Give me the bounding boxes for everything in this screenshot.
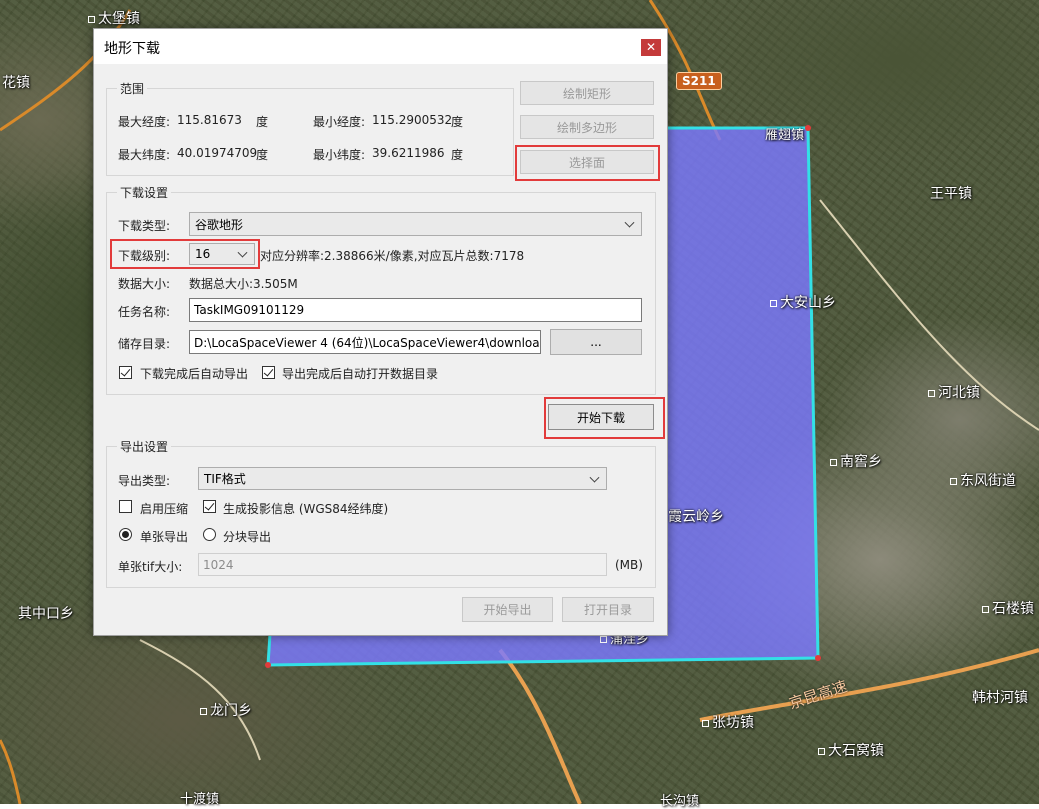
place-label: 大石窝镇	[818, 740, 884, 760]
select-face-button[interactable]: 选择面	[520, 150, 654, 174]
download-group-title: 下载设置	[117, 184, 172, 201]
place-label: 大安山乡	[770, 292, 836, 312]
place-label: 韩村河镇	[972, 690, 1028, 706]
tiled-export-label: 分块导出	[223, 530, 272, 544]
min-lat-value: 39.6211986	[372, 146, 445, 160]
road	[498, 648, 582, 804]
auto-export-checkbox[interactable]	[119, 366, 132, 379]
place-label: 长沟镇	[660, 794, 700, 809]
save-dir-label: 储存目录:	[118, 337, 171, 351]
draw-rect-button[interactable]: 绘制矩形	[520, 81, 654, 105]
max-lat-label: 最大纬度:	[118, 148, 171, 162]
road	[0, 739, 22, 804]
max-lat-unit: 度	[256, 148, 269, 162]
data-size-label: 数据大小:	[118, 277, 171, 291]
place-label: 龙门乡	[200, 700, 252, 720]
max-lon-label: 最大经度:	[118, 115, 171, 129]
max-lon-unit: 度	[256, 115, 269, 129]
download-level-value: 16	[195, 247, 211, 261]
tif-size-unit: (MB)	[615, 558, 643, 572]
start-export-button[interactable]: 开始导出	[462, 597, 553, 622]
chevron-down-icon	[237, 247, 248, 258]
single-export-label: 单张导出	[140, 530, 189, 544]
open-dir-button[interactable]: 打开目录	[562, 597, 654, 622]
place-label: 南窖乡	[830, 451, 882, 471]
min-lon-unit: 度	[451, 115, 464, 129]
export-type-label: 导出类型:	[118, 474, 171, 488]
save-dir-input[interactable]: D:\LocaSpaceViewer 4 (64位)\LocaSpaceView…	[189, 330, 541, 354]
place-label: 张坊镇	[702, 712, 754, 732]
chevron-down-icon	[624, 217, 635, 228]
tif-size-input[interactable]: 1024	[198, 553, 607, 576]
place-label: 河北镇	[928, 382, 980, 402]
place-label: 霞云岭乡	[668, 509, 724, 525]
compress-checkbox[interactable]	[119, 500, 132, 513]
auto-export-label: 下载完成后自动导出	[140, 367, 249, 381]
auto-open-label: 导出完成后自动打开数据目录	[282, 367, 439, 381]
dialog-title: 地形下载	[104, 41, 160, 57]
place-label: 花镇	[2, 75, 30, 91]
min-lat-label: 最小纬度:	[313, 148, 366, 162]
range-group-title: 范围	[117, 80, 148, 97]
download-level-select[interactable]: 16	[189, 243, 255, 265]
resolution-info: 对应分辨率:2.38866米/像素,对应瓦片总数:7178	[260, 249, 525, 263]
title-bar[interactable]: 地形下载 ✕	[94, 29, 667, 64]
place-label: 石楼镇	[982, 598, 1034, 618]
single-export-radio[interactable]	[119, 528, 132, 541]
export-type-value: TIF格式	[204, 472, 246, 486]
auto-open-checkbox[interactable]	[262, 366, 275, 379]
download-type-select[interactable]: 谷歌地形	[189, 212, 642, 236]
export-type-select[interactable]: TIF格式	[198, 467, 607, 490]
download-type-value: 谷歌地形	[195, 217, 244, 232]
road-badge: S211	[676, 72, 722, 90]
start-download-button[interactable]: 开始下载	[548, 404, 654, 430]
place-label: 东风街道	[950, 470, 1016, 490]
browse-button[interactable]: ...	[550, 329, 642, 355]
min-lon-value: 115.2900532	[372, 113, 453, 127]
vertex-marker	[805, 125, 811, 131]
tiled-export-radio[interactable]	[203, 528, 216, 541]
chevron-down-icon	[589, 472, 600, 483]
tif-size-label: 单张tif大小:	[118, 560, 183, 574]
terrain-download-dialog: 地形下载 ✕ 范围 最大经度: 115.81673 度 最小经度: 115.29…	[93, 28, 668, 636]
projection-label: 生成投影信息 (WGS84经纬度)	[223, 502, 389, 516]
place-label: 太堡镇	[88, 8, 140, 28]
download-level-label: 下载级别:	[118, 249, 171, 263]
place-label: 雁翅镇	[765, 128, 805, 143]
max-lat-value: 40.01974709	[177, 146, 258, 160]
task-name-label: 任务名称:	[118, 305, 171, 319]
vertex-marker	[265, 662, 271, 668]
place-label: 其中口乡	[18, 606, 74, 622]
projection-checkbox[interactable]	[203, 500, 216, 513]
compress-label: 启用压缩	[140, 502, 189, 516]
export-group-title: 导出设置	[117, 438, 172, 455]
place-label: 十渡镇	[180, 792, 220, 807]
min-lon-label: 最小经度:	[313, 115, 366, 129]
draw-polygon-button[interactable]: 绘制多边形	[520, 115, 654, 139]
close-button[interactable]: ✕	[641, 39, 661, 56]
close-icon: ✕	[645, 40, 657, 54]
max-lon-value: 115.81673	[177, 113, 242, 127]
vertex-marker	[815, 655, 821, 661]
min-lat-unit: 度	[451, 148, 464, 162]
road	[699, 648, 1039, 722]
download-type-label: 下载类型:	[118, 219, 171, 233]
place-label: 王平镇	[930, 186, 972, 202]
data-size-value: 数据总大小:3.505M	[189, 277, 298, 291]
task-name-input[interactable]: TaskIMG09101129	[189, 298, 642, 322]
